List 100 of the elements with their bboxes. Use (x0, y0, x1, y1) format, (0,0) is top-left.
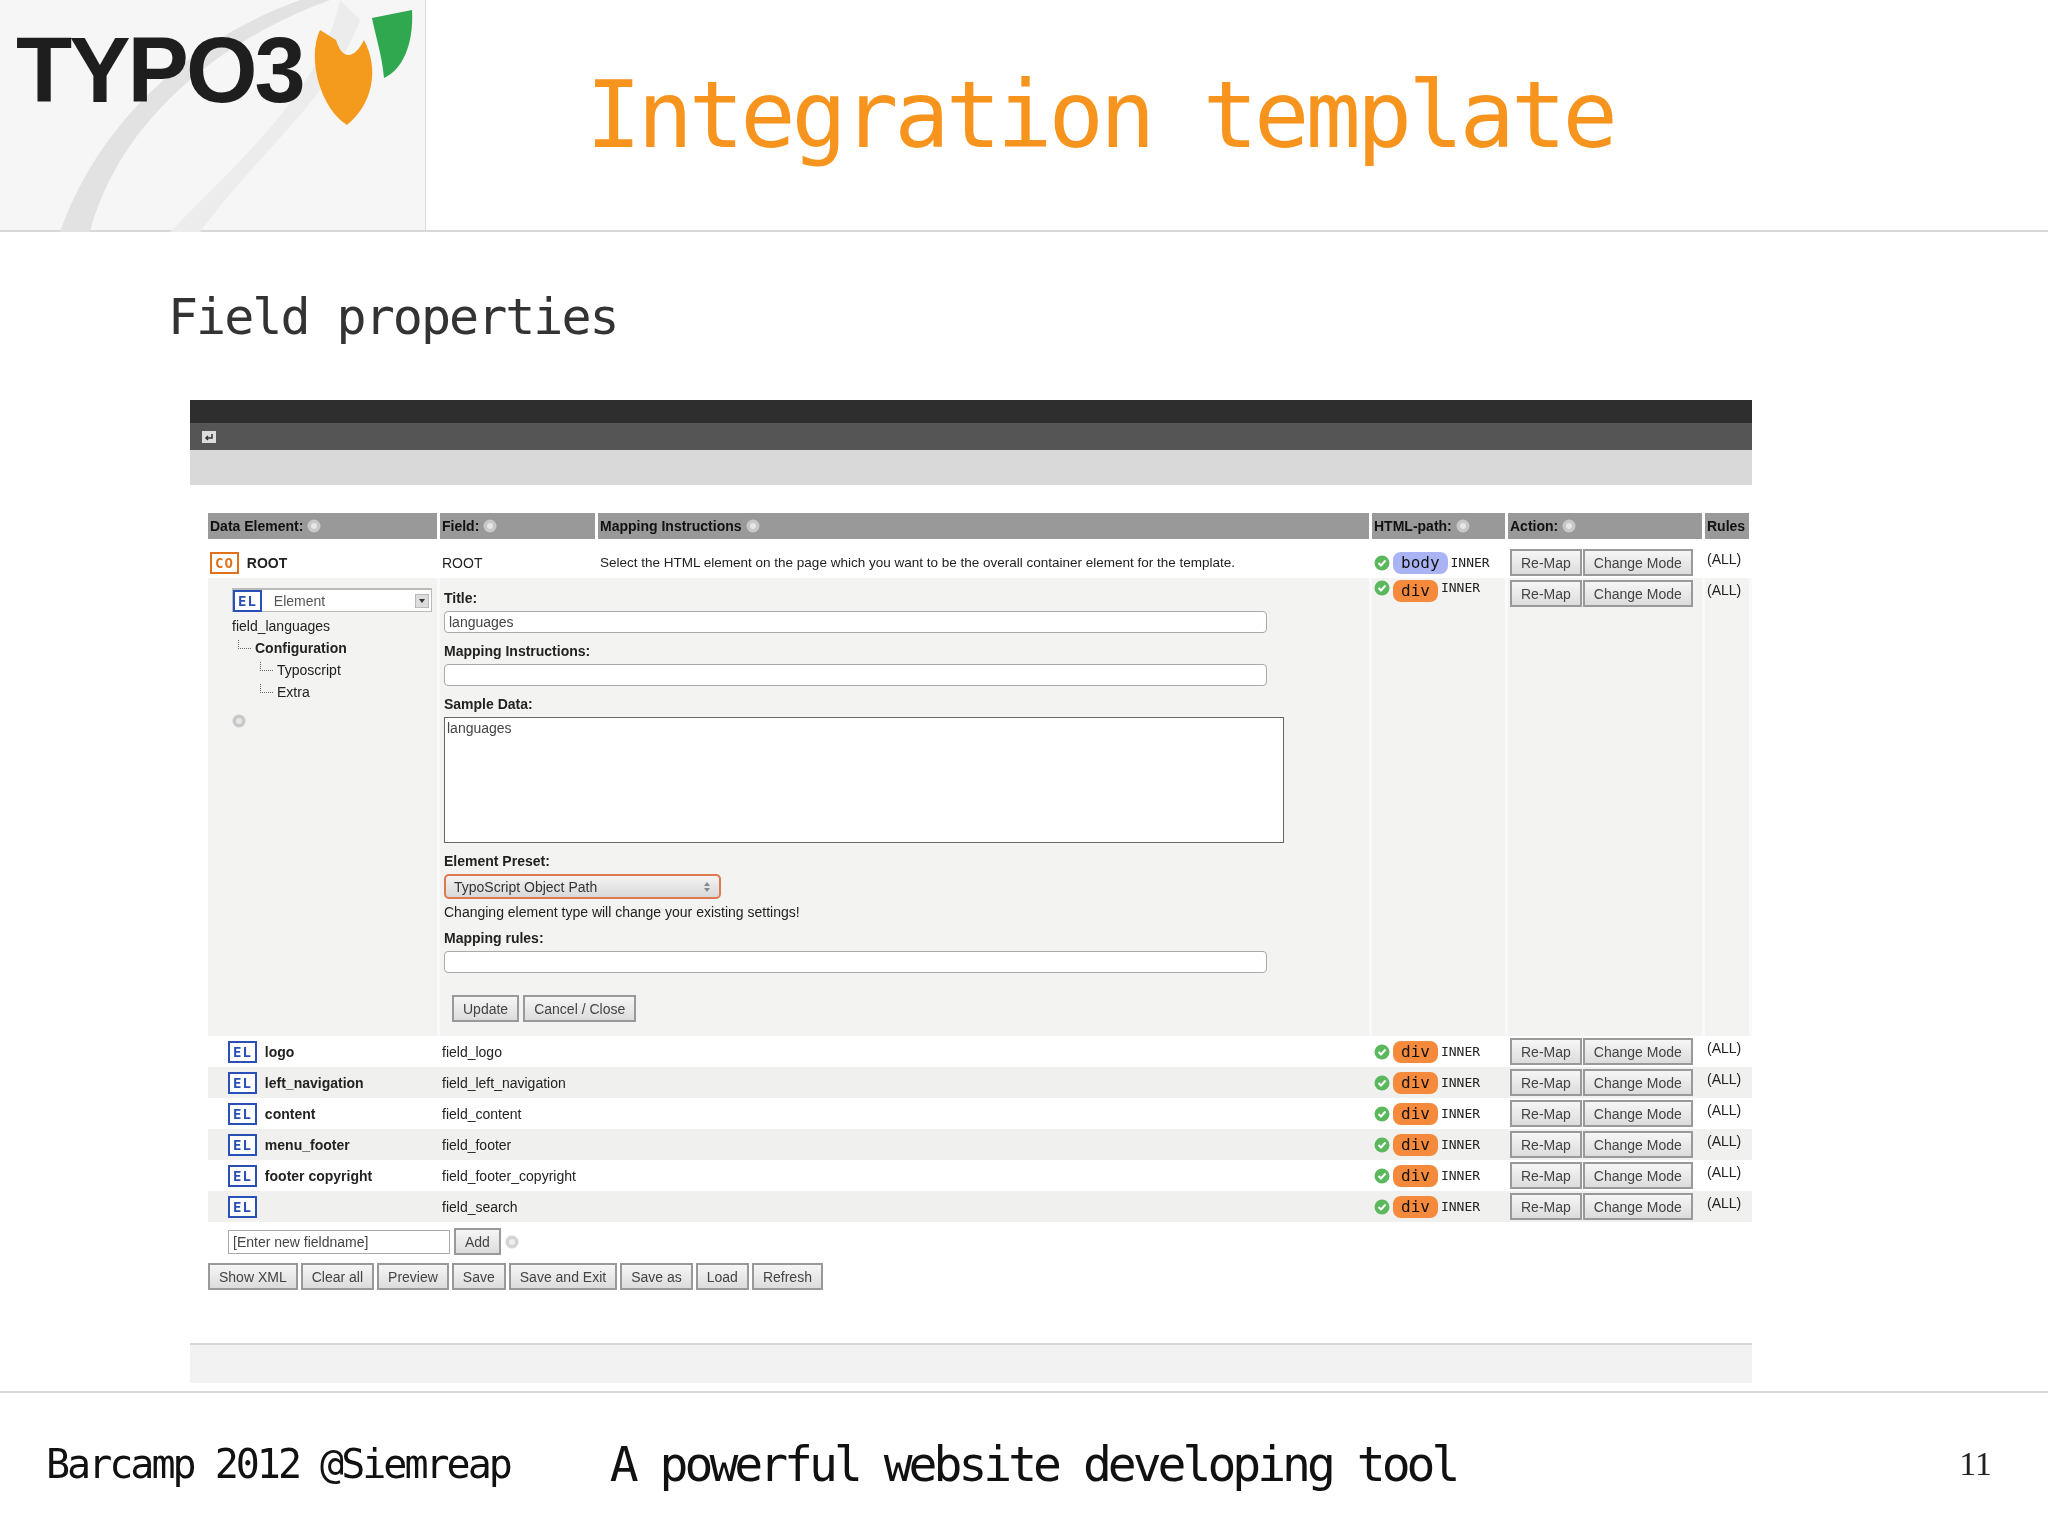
column-header: Data Element: (208, 513, 440, 539)
tree-line (238, 639, 251, 649)
toolbar-button[interactable]: Load (695, 1263, 749, 1290)
slide-subtitle: Field properties (168, 292, 619, 348)
action-button[interactable]: Change Mode (1582, 1131, 1693, 1158)
element-name: left_navigation (264, 1074, 364, 1091)
action-button[interactable]: Re-Map (1510, 580, 1582, 607)
element-type-badge: CO (210, 551, 239, 574)
element-name: footer copyright (264, 1167, 373, 1184)
action-button[interactable]: Change Mode (1582, 1193, 1693, 1220)
text-field[interactable] (444, 664, 1267, 686)
help-icon[interactable] (307, 519, 322, 533)
toolbar-button[interactable]: Save as (620, 1263, 693, 1290)
form-button[interactable]: Cancel / Close (523, 995, 637, 1022)
rules-text: (ALL) (1707, 1071, 1742, 1087)
slide-title: Integration template (586, 70, 1614, 171)
field-name: field_left_navigation (442, 1074, 566, 1091)
element-name: ROOT (246, 554, 288, 571)
element-type-badge: EL (228, 1195, 257, 1218)
toolbar-button[interactable]: Preview (377, 1263, 449, 1290)
toolbar-button[interactable]: Refresh (751, 1263, 823, 1290)
action-button[interactable]: Re-Map (1510, 1193, 1582, 1220)
field-name: field_logo (442, 1043, 502, 1060)
form-button[interactable]: Update (452, 995, 520, 1022)
rules-text: (ALL) (1707, 551, 1742, 567)
mapping-mode: INNER (1450, 555, 1490, 570)
column-header: HTML-path: (1372, 513, 1508, 539)
action-button[interactable]: Change Mode (1582, 549, 1693, 576)
field-name: field_search (442, 1198, 518, 1215)
warning-note: Changing element type will change your existing settings! (444, 904, 800, 920)
text-field[interactable]: languages (444, 611, 1267, 633)
action-button[interactable]: Change Mode (1582, 1162, 1693, 1189)
footer-tagline: A powerful website developing tool (609, 1436, 1457, 1492)
mapping-instructions: Select the HTML element on the page which you want to be the overall container element for the template. (600, 555, 1236, 570)
field-name: ROOT (442, 554, 483, 571)
html-tag: div (1393, 1195, 1438, 1218)
html-tag: div (1393, 1040, 1438, 1063)
tree-item[interactable]: Typoscript (277, 662, 341, 678)
action-button[interactable]: Re-Map (1510, 1038, 1582, 1065)
rules-text: (ALL) (1707, 1040, 1742, 1056)
add-button[interactable]: Add (454, 1228, 501, 1255)
dropdown-arrow-icon[interactable] (415, 593, 429, 608)
element-name: menu_footer (264, 1136, 350, 1153)
text-field[interactable] (444, 951, 1267, 973)
tree-line (260, 661, 273, 671)
action-button[interactable]: Change Mode (1582, 580, 1693, 607)
page-number: 11 (1959, 1445, 1993, 1483)
mapping-mode: INNER (1440, 580, 1481, 595)
action-button[interactable]: Re-Map (1510, 1100, 1582, 1127)
logo-text: TYPO3 (16, 24, 303, 116)
help-icon[interactable] (232, 714, 246, 728)
help-icon[interactable] (483, 519, 498, 533)
field-name: field_content (442, 1105, 522, 1122)
html-tag: div (1393, 580, 1438, 602)
action-button[interactable]: Change Mode (1582, 1100, 1693, 1127)
mapping-mode: INNER (1440, 1106, 1481, 1121)
column-header: Field: (440, 513, 598, 539)
column-header: Mapping Instructions (598, 513, 1372, 539)
help-icon[interactable] (745, 519, 760, 533)
help-icon[interactable] (1455, 519, 1470, 533)
return-icon[interactable] (202, 430, 216, 443)
toolbar-button[interactable]: Show XML (208, 1263, 298, 1290)
toolbar-button[interactable]: Save and Exit (508, 1263, 618, 1290)
tree-item[interactable]: field_languages (232, 618, 331, 634)
element-type-badge: EL (228, 1071, 257, 1094)
field-label: Mapping rules: (444, 930, 545, 946)
html-tag: div (1393, 1133, 1438, 1156)
tree-item[interactable]: Extra (277, 684, 310, 700)
rules-text: (ALL) (1707, 1195, 1742, 1211)
element-name: logo (264, 1043, 295, 1060)
element-type-select[interactable]: EL Element (232, 588, 432, 612)
column-header: Rules (1705, 513, 1752, 539)
field-label: Sample Data: (444, 696, 534, 712)
html-tag: div (1393, 1102, 1438, 1125)
new-field-input[interactable]: [Enter new fieldname] (228, 1229, 450, 1254)
html-tag: body (1393, 551, 1448, 574)
text-area[interactable]: languages (444, 717, 1284, 843)
toolbar-button[interactable]: Clear all (300, 1263, 375, 1290)
rules-text: (ALL) (1707, 1164, 1742, 1180)
action-button[interactable]: Re-Map (1510, 1069, 1582, 1096)
action-button[interactable]: Re-Map (1510, 549, 1582, 576)
mapping-mode: INNER (1440, 1137, 1481, 1152)
field-name: field_footer (442, 1136, 512, 1153)
field-label: Title: (444, 590, 479, 606)
element-type-badge: EL (228, 1133, 257, 1156)
help-icon[interactable] (504, 1234, 519, 1249)
action-button[interactable]: Change Mode (1582, 1038, 1693, 1065)
element-type-badge: EL (228, 1164, 257, 1187)
tree-item[interactable]: Configuration (255, 640, 347, 656)
action-button[interactable]: Change Mode (1582, 1069, 1693, 1096)
preset-select[interactable]: TypoScript Object Path (444, 874, 721, 899)
action-button[interactable]: Re-Map (1510, 1162, 1582, 1189)
element-type-badge: EL (228, 1040, 257, 1063)
tree-line (260, 683, 273, 693)
toolbar-button[interactable]: Save (451, 1263, 506, 1290)
mapping-mode: INNER (1440, 1075, 1481, 1090)
html-tag: div (1393, 1164, 1438, 1187)
rules-text: (ALL) (1707, 582, 1742, 598)
help-icon[interactable] (1562, 519, 1577, 533)
action-button[interactable]: Re-Map (1510, 1131, 1582, 1158)
